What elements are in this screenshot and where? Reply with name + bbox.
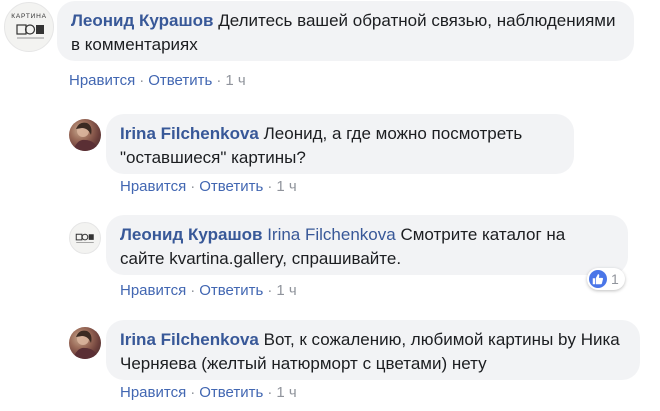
author-name[interactable]: Леонид Курашов	[120, 225, 262, 244]
comment-actions: Нравится · Ответить · 1 ч	[69, 72, 246, 90]
reaction-count: 1	[611, 271, 619, 287]
author-name[interactable]: Irina Filchenkova	[120, 330, 259, 349]
mention-link[interactable]: Irina Filchenkova	[267, 225, 396, 244]
comment-actions: Нравится · Ответить · 1 ч	[120, 384, 297, 402]
author-name[interactable]: Леонид Курашов	[71, 11, 213, 30]
comment-bubble: Леонид Курашов Irina Filchenkova Смотрит…	[106, 215, 628, 275]
like-link[interactable]: Нравится	[120, 178, 186, 195]
separator-dot: ·	[190, 384, 196, 401]
like-link[interactable]: Нравится	[120, 384, 186, 401]
comment-bubble: Irina Filchenkova Леонид, а где можно по…	[106, 114, 574, 174]
separator-dot: ·	[267, 384, 273, 401]
thumbs-up-icon	[589, 270, 607, 288]
separator-dot: ·	[139, 72, 145, 89]
reply-link[interactable]: Ответить	[199, 282, 263, 299]
reply-link[interactable]: Ответить	[199, 178, 263, 195]
reaction-counter[interactable]: 1	[587, 268, 625, 290]
gallery-avatar-text: КАРТИНА	[11, 13, 46, 20]
separator-dot: ·	[267, 178, 273, 195]
separator-dot: ·	[190, 282, 196, 299]
like-link[interactable]: Нравится	[120, 282, 186, 299]
separator-dot: ·	[190, 178, 196, 195]
separator-dot: ·	[216, 72, 222, 89]
gallery-avatar-icon[interactable]: КАРТИНА	[4, 2, 54, 52]
timestamp[interactable]: 1 ч	[225, 72, 245, 89]
timestamp[interactable]: 1 ч	[276, 282, 296, 299]
separator-dot: ·	[267, 282, 273, 299]
user-avatar-icon[interactable]	[69, 119, 101, 151]
reply-link[interactable]: Ответить	[199, 384, 263, 401]
author-name[interactable]: Irina Filchenkova	[120, 124, 259, 143]
timestamp[interactable]: 1 ч	[276, 178, 296, 195]
like-link[interactable]: Нравится	[69, 72, 135, 89]
comment-actions: Нравится · Ответить · 1 ч	[120, 282, 297, 300]
comment-bubble: Irina Filchenkova Вот, к сожалению, люби…	[106, 320, 640, 380]
gallery-avatar-icon[interactable]	[69, 222, 101, 254]
timestamp[interactable]: 1 ч	[276, 384, 296, 401]
comment-bubble: Леонид Курашов Делитесь вашей обратной с…	[57, 1, 634, 61]
comment-actions: Нравится · Ответить · 1 ч	[120, 178, 297, 196]
user-avatar-icon[interactable]	[69, 327, 101, 359]
reply-link[interactable]: Ответить	[148, 72, 212, 89]
